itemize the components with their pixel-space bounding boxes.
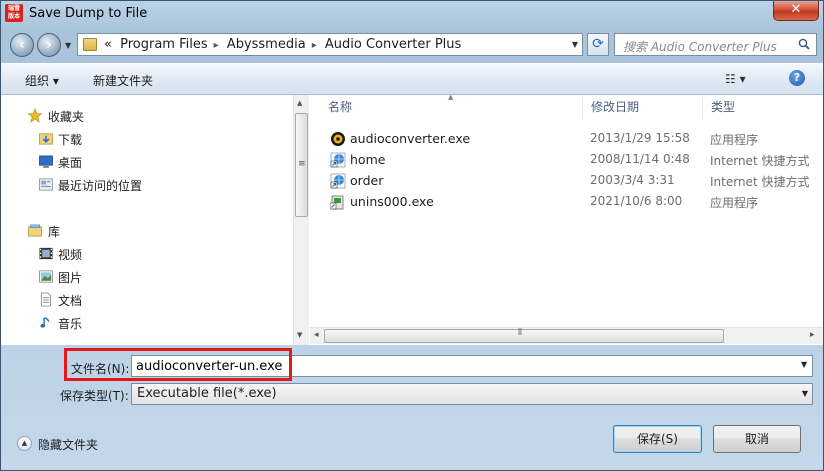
content-area: 收藏夹 下载 桌面 最近访问的位置 库 视频 图片 文档 音乐 ▲ ≡ ▼ ▲ … xyxy=(1,93,823,345)
address-bar[interactable]: « Program Files ▸ Abyssmedia ▸ Audio Conve… xyxy=(77,33,583,56)
uninstaller-icon xyxy=(330,195,344,210)
search-placeholder: 搜索 Audio Converter Plus xyxy=(623,40,777,54)
navigation-pane: 收藏夹 下载 桌面 最近访问的位置 库 视频 图片 文档 音乐 ▲ ≡ ▼ xyxy=(1,95,309,345)
save-dialog: 瑞雪 版本 Save Dump to File ✕ ‹ › ▼ « Program… xyxy=(0,0,824,471)
recent-places-icon xyxy=(39,178,53,191)
file-row[interactable]: unins000.exe 2021/10/6 8:00 应用程序 xyxy=(310,191,823,212)
nav-label: 文档 xyxy=(58,294,83,308)
command-toolbar: 组织 ▾ 新建文件夹 ☷ ▾ ? xyxy=(1,63,823,95)
breadcrumb-audio-converter-plus[interactable]: Audio Converter Plus xyxy=(325,37,461,52)
file-name: home xyxy=(350,152,386,167)
desktop-icon xyxy=(39,155,53,168)
star-icon xyxy=(27,108,43,123)
nav-label: 图片 xyxy=(58,271,83,285)
internet-shortcut-icon xyxy=(330,173,346,189)
scrollbar-thumb[interactable] xyxy=(324,329,724,343)
filetype-label: 保存类型(T): xyxy=(60,389,129,403)
cancel-button[interactable]: 取消 xyxy=(713,425,801,453)
file-type: Internet 快捷方式 xyxy=(710,154,810,168)
scroll-up-arrow-icon[interactable]: ▲ xyxy=(297,99,302,107)
scroll-right-arrow-icon[interactable]: ▸ xyxy=(810,330,815,340)
internet-shortcut-icon xyxy=(330,152,346,168)
documents-icon xyxy=(40,292,52,307)
file-name: unins000.exe xyxy=(350,194,434,209)
close-button[interactable]: ✕ xyxy=(773,1,819,21)
view-options-button[interactable]: ☷ ▾ xyxy=(725,72,746,86)
scroll-grip-icon: ≡ xyxy=(298,159,306,169)
breadcrumb-program-files[interactable]: Program Files xyxy=(120,37,208,52)
file-row[interactable]: home 2008/11/14 0:48 Internet 快捷方式 xyxy=(310,149,823,170)
nav-label: 桌面 xyxy=(58,156,83,170)
nav-label: 收藏夹 xyxy=(48,110,85,124)
recent-pages-dropdown[interactable]: ▼ xyxy=(65,41,71,50)
forward-button[interactable]: › xyxy=(37,33,61,57)
scroll-left-arrow-icon[interactable]: ◂ xyxy=(314,330,319,340)
music-icon xyxy=(40,317,50,328)
search-input[interactable]: 搜索 Audio Converter Plus xyxy=(614,33,817,56)
annotation-highlight-box xyxy=(64,348,292,381)
column-header-date[interactable]: 修改日期 xyxy=(583,98,703,120)
nav-label: 音乐 xyxy=(58,317,83,331)
file-date: 2021/10/6 8:00 xyxy=(590,194,683,208)
file-date: 2003/3/4 3:31 xyxy=(590,173,675,187)
file-row[interactable]: order 2003/3/4 3:31 Internet 快捷方式 xyxy=(310,170,823,191)
downloads-folder-icon xyxy=(39,133,53,145)
nav-label: 库 xyxy=(48,225,61,239)
nav-label: 最近访问的位置 xyxy=(58,179,143,193)
pictures-icon xyxy=(39,270,53,283)
nav-label: 下载 xyxy=(58,133,83,147)
file-date: 2008/11/14 0:48 xyxy=(590,152,690,166)
file-date: 2013/1/29 15:58 xyxy=(590,131,690,145)
file-list: ▲ 名称 修改日期 类型 audioconverter.exe 2013/1/2… xyxy=(310,93,823,345)
nav-pane-scrollbar[interactable]: ▲ ≡ ▼ xyxy=(293,95,309,345)
app-logo: 瑞雪 版本 xyxy=(5,4,23,22)
column-header-name[interactable]: 名称 xyxy=(310,98,583,120)
filetype-dropdown-icon: ▼ xyxy=(801,389,808,398)
breadcrumb-overflow[interactable]: « xyxy=(104,37,112,52)
window-title: Save Dump to File xyxy=(29,6,148,21)
refresh-button[interactable]: ⟳ xyxy=(587,33,609,56)
help-icon[interactable]: ? xyxy=(789,70,805,86)
scroll-grip-icon: ⦀ xyxy=(518,328,522,338)
breadcrumb: « Program Files ▸ Abyssmedia ▸ Audio Conve… xyxy=(104,37,465,52)
address-dropdown-icon[interactable]: ▼ xyxy=(572,40,578,49)
file-type: Internet 快捷方式 xyxy=(710,175,810,189)
nav-label: 视频 xyxy=(58,248,83,262)
file-name: order xyxy=(350,173,384,188)
breadcrumb-abyssmedia[interactable]: Abyssmedia xyxy=(227,37,306,52)
column-header-type[interactable]: 类型 xyxy=(703,98,823,120)
file-name: audioconverter.exe xyxy=(350,131,471,146)
chevron-right-icon[interactable]: ▸ xyxy=(214,40,219,51)
hide-folders-label: 隐藏文件夹 xyxy=(38,438,99,452)
filetype-select[interactable]: Executable file(*.exe) ▼ xyxy=(131,383,813,405)
video-icon xyxy=(39,247,53,260)
search-icon xyxy=(798,38,810,50)
file-row[interactable]: audioconverter.exe 2013/1/29 15:58 应用程序 xyxy=(310,128,823,149)
back-button[interactable]: ‹ xyxy=(10,33,34,57)
scroll-down-arrow-icon[interactable]: ▼ xyxy=(297,331,302,339)
filename-dropdown-icon[interactable]: ▼ xyxy=(801,360,807,369)
file-type: 应用程序 xyxy=(710,196,759,210)
file-type: 应用程序 xyxy=(710,133,759,147)
folder-icon xyxy=(83,38,97,51)
chevron-up-icon: ▲ xyxy=(17,436,32,451)
app-exe-icon xyxy=(331,132,345,146)
navigation-bar: ‹ › ▼ « Program Files ▸ Abyssmedia ▸ Audio… xyxy=(1,29,823,61)
new-folder-button[interactable]: 新建文件夹 xyxy=(93,72,153,89)
organize-button[interactable]: 组织 ▾ xyxy=(25,72,59,89)
title-bar: 瑞雪 版本 Save Dump to File ✕ xyxy=(1,1,823,29)
save-button[interactable]: 保存(S) xyxy=(613,425,702,453)
filetype-value: Executable file(*.exe) xyxy=(137,386,277,401)
file-list-scrollbar[interactable]: ◂ ⦀ ▸ xyxy=(310,327,823,344)
chevron-right-icon[interactable]: ▸ xyxy=(312,40,317,51)
libraries-icon xyxy=(28,224,42,237)
